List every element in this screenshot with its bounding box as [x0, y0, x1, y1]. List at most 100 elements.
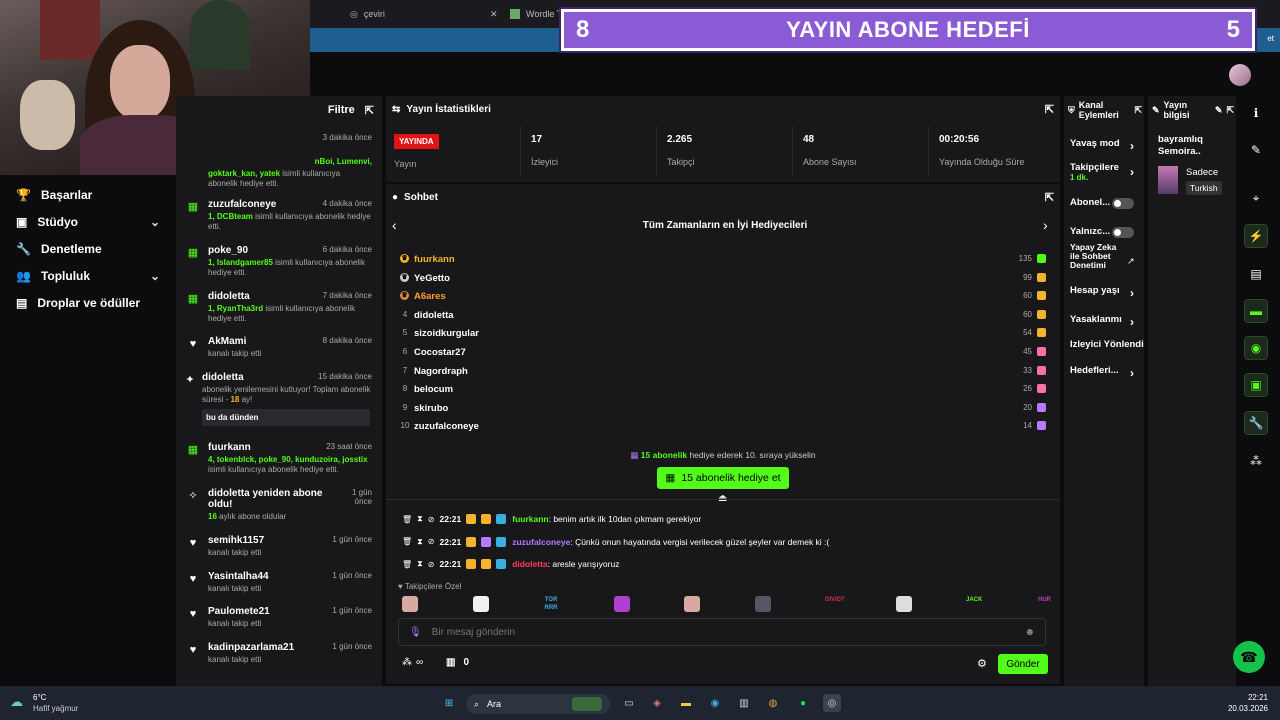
nav-item-achievements[interactable]: 🏆 Başarılar — [0, 181, 176, 208]
timeout-icon[interactable]: ⧗ — [417, 514, 423, 524]
chevron-right-icon[interactable]: › — [1043, 217, 1048, 233]
emoji-icon[interactable]: ☻ — [1024, 627, 1035, 638]
emote[interactable]: HUR — [1037, 596, 1053, 612]
gifter-row[interactable]: 8 belocum 26 — [398, 381, 1048, 399]
timeout-icon[interactable]: ⧗ — [417, 537, 423, 547]
broadcast-icon[interactable]: ◉ — [1244, 336, 1268, 360]
microphone-icon[interactable]: 🎙 — [409, 627, 422, 638]
ban-icon[interactable]: ⊘ — [428, 537, 435, 546]
notes-icon[interactable]: ▤ — [1244, 262, 1268, 286]
queue-icon[interactable]: ▣ — [1244, 373, 1268, 397]
avatar[interactable] — [1229, 64, 1251, 86]
toggle-switch[interactable] — [1112, 198, 1134, 209]
action-viewer-redirect[interactable]: İzleyici Yönlendi — [1070, 340, 1144, 350]
nav-item-drops[interactable]: ▤ Droplar ve ödüller — [0, 289, 176, 316]
gifter-row[interactable]: 7 Nagordraph 33 — [398, 363, 1048, 381]
browser-tab[interactable]: ◎ çeviri ✕ — [350, 4, 498, 24]
heart-icon: ♥ — [189, 608, 197, 620]
chevron-left-icon[interactable]: ‹ — [392, 217, 397, 233]
taskbar-search[interactable]: ⌕ Ara — [466, 694, 610, 714]
gifter-name: sizoidkurgular — [414, 328, 479, 340]
points-icon[interactable]: ⁂ — [1244, 449, 1268, 473]
gifter-rank: 5 — [402, 328, 408, 338]
emote[interactable] — [472, 596, 489, 612]
store-icon[interactable]: ▥ — [735, 694, 753, 712]
pencil-icon[interactable]: ✎ — [1244, 138, 1268, 162]
action-goals[interactable]: Hedefleri... › — [1070, 366, 1142, 380]
action-banned-words[interactable]: Yasaklanmı › — [1070, 315, 1142, 329]
toggle-switch[interactable] — [1112, 227, 1134, 238]
file-explorer-icon[interactable]: ▬ — [677, 694, 695, 712]
action-ai-moderation[interactable]: Yapay Zeka ile Sohbet Denetimi — [1070, 243, 1122, 270]
nav-item-studio[interactable]: ▣ Stüdyo ⌄ — [0, 208, 176, 235]
wrench-icon[interactable]: 🔧 — [1244, 411, 1268, 435]
ban-icon[interactable]: ⊘ — [428, 560, 435, 569]
obs-icon[interactable]: ◎ — [823, 694, 841, 712]
emote[interactable] — [402, 596, 418, 612]
emote[interactable] — [895, 596, 912, 612]
emote[interactable]: JACK — [966, 596, 982, 612]
task-view-icon[interactable]: ▭ — [620, 694, 638, 712]
message-username[interactable]: didoletta — [512, 559, 547, 569]
gifter-row[interactable]: 6 Cocostar27 45 — [398, 344, 1048, 362]
info-icon[interactable]: ℹ — [1244, 101, 1268, 125]
capture-icon[interactable]: ⌖ — [1244, 186, 1268, 210]
chat-message: 🗑 ⧗ ⊘ 22:21 zuzufalconeye: Çünkü onun hayatı… — [402, 534, 1052, 550]
support-chat-button[interactable]: ☎ — [1233, 641, 1265, 673]
gifter-row[interactable]: 10 zuzufalconeye 14 — [398, 418, 1048, 436]
action-slow-mode[interactable]: Yavaş mod › — [1070, 139, 1142, 153]
edit-icon[interactable]: ✎ — [1215, 105, 1223, 116]
emote[interactable] — [684, 596, 700, 612]
gifter-row[interactable]: ♛ YeGetto 99 — [398, 270, 1048, 288]
copilot-icon[interactable]: ◈ — [648, 694, 666, 712]
gift-subs-button[interactable]: ▦ 15 abonelik hediye et — [657, 467, 789, 489]
delete-icon[interactable]: 🗑 — [402, 515, 412, 524]
message-time: 22:21 — [439, 559, 462, 569]
external-link-icon[interactable]: ↗ — [1127, 256, 1135, 267]
send-button[interactable]: Gönder — [998, 654, 1048, 674]
chat-message-input[interactable] — [431, 626, 1015, 638]
action-account-age[interactable]: Hesap yaşı › — [1070, 286, 1142, 300]
weather-icon[interactable]: ☁ — [10, 694, 23, 710]
delete-icon[interactable]: 🗑 — [402, 560, 412, 569]
message-username[interactable]: zuzufalconeye — [512, 537, 570, 547]
ban-icon[interactable]: ⊘ — [428, 515, 435, 524]
emote[interactable] — [754, 596, 771, 612]
gifter-name: Nagordraph — [414, 365, 468, 377]
expand-icon[interactable]: ⇱ — [1226, 105, 1234, 116]
chat-settings-icon[interactable]: ⚙ — [977, 657, 987, 670]
expand-icon[interactable]: ⇱ — [1045, 191, 1054, 204]
spotify-icon[interactable]: ● — [794, 694, 812, 712]
channel-points[interactable]: ⁂ ∞ — [402, 657, 423, 668]
delete-icon[interactable]: 🗑 — [402, 537, 412, 546]
expand-icon[interactable]: ⇱ — [365, 104, 374, 117]
emote[interactable] — [613, 596, 630, 612]
lightning-icon[interactable]: ⚡ — [1244, 224, 1268, 248]
windows-start-icon[interactable]: ⊞ — [440, 694, 458, 712]
badge-icon — [496, 559, 507, 569]
gifter-row[interactable]: 9 skirubo 20 — [398, 400, 1048, 418]
edge-icon[interactable]: ◉ — [706, 694, 724, 712]
gifter-row[interactable]: 4 didoletta 60 — [398, 307, 1048, 325]
filter-button[interactable]: Filtre — [328, 104, 355, 116]
gift-count: 135 — [1018, 254, 1032, 263]
expand-icon[interactable]: ⇱ — [1045, 103, 1054, 116]
store-points[interactable]: ▥ 0 — [446, 657, 469, 668]
emote[interactable]: DIVIDT — [825, 596, 845, 612]
emote[interactable]: TOR RRR — [543, 596, 559, 612]
chat-icon[interactable]: ▬ — [1244, 299, 1268, 323]
close-tab-icon[interactable]: ✕ — [490, 9, 498, 20]
timeout-icon[interactable]: ⧗ — [417, 559, 423, 569]
expand-icon[interactable]: ⇱ — [1134, 105, 1142, 116]
nav-item-community[interactable]: 👥 Topluluk ⌄ — [0, 262, 176, 289]
chrome-icon[interactable]: ◍ — [764, 694, 782, 712]
action-emotes-only[interactable]: Yalnızc... — [1070, 227, 1142, 238]
message-username[interactable]: fuurkann — [512, 514, 548, 524]
action-followers-only[interactable]: Takipçilere › 1 dk. — [1070, 163, 1142, 183]
action-subscribers-only[interactable]: Abonel... — [1070, 198, 1142, 209]
gifter-row[interactable]: 5 sizoidkurgular 54 — [398, 325, 1048, 343]
browser-tab[interactable]: Wordle Tü — [510, 4, 567, 24]
gifter-row[interactable]: ♛ fuurkann 135 — [398, 251, 1048, 269]
gifter-row[interactable]: ♛ A6ares 60 — [398, 288, 1048, 306]
nav-item-moderation[interactable]: 🔧 Denetleme — [0, 235, 176, 262]
